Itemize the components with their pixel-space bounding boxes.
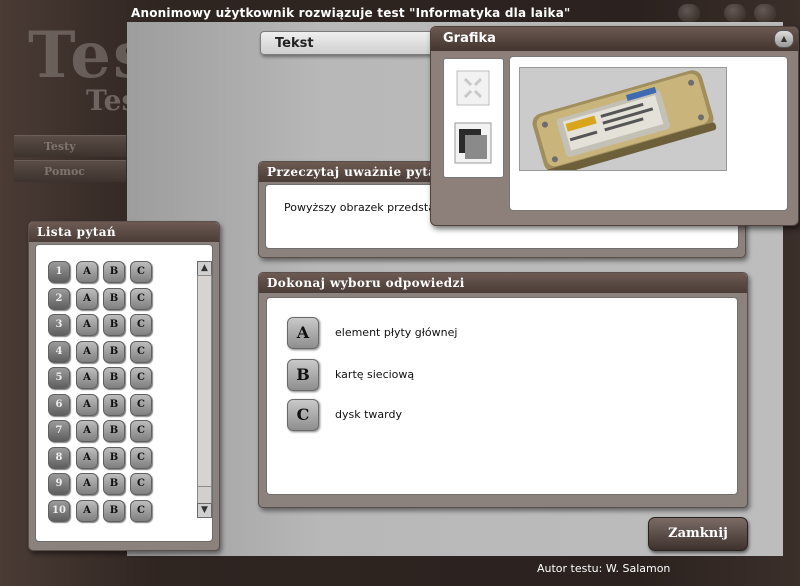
question-number-button[interactable]: 3 — [48, 314, 70, 336]
question-answer-c-button[interactable]: C — [130, 287, 152, 310]
question-answer-a-button[interactable]: A — [76, 287, 98, 310]
question-number-button[interactable]: 8 — [48, 446, 70, 469]
answer-c-button[interactable]: C — [287, 399, 319, 431]
question-list-title: Lista pytań — [29, 222, 219, 242]
question-number-button[interactable]: 4 — [48, 340, 70, 363]
question-answer-b-button[interactable]: B — [103, 261, 125, 283]
hard-disk-drive-photo — [519, 67, 727, 178]
answer-a-button[interactable]: A — [287, 317, 319, 349]
question-list-body: 1 A B C 2 A B C 3 A B C 4 A B C 5 A B C 6 A B C 7 A B C 8 A B C 9 A B C 10 A B… — [35, 244, 213, 542]
window-title: Anonimowy użytkownik rozwiązuje test "In… — [131, 6, 571, 20]
question-answer-c-button[interactable]: C — [130, 473, 152, 495]
question-answer-a-button[interactable]: A — [76, 393, 98, 416]
question-number-button[interactable]: 6 — [48, 393, 70, 416]
tab-tekst[interactable]: Tekst — [260, 31, 440, 55]
question-answer-a-button[interactable]: A — [76, 499, 98, 522]
answers-panel-title: Dokonaj wyboru odpowiedzi — [259, 273, 747, 293]
question-answer-b-button[interactable]: B — [103, 393, 125, 416]
question-answer-b-button[interactable]: B — [103, 340, 125, 363]
question-answer-b-button[interactable]: B — [103, 473, 125, 495]
question-answer-b-button[interactable]: B — [103, 367, 125, 389]
collapse-icon[interactable]: ▲ — [774, 30, 794, 48]
graphics-window: Grafika ▲ — [430, 26, 799, 226]
answer-b-button[interactable]: B — [287, 359, 319, 391]
question-answer-b-button[interactable]: B — [103, 420, 125, 442]
question-answer-a-button[interactable]: A — [76, 340, 98, 363]
expand-icon[interactable] — [453, 67, 493, 109]
graphics-window-title: Grafika — [431, 27, 798, 51]
answers-panel: Dokonaj wyboru odpowiedzi A element płyt… — [258, 272, 748, 508]
maximize-button[interactable] — [724, 4, 746, 22]
question-number-button[interactable]: 5 — [48, 367, 70, 389]
close-button[interactable]: Zamknij — [648, 517, 748, 551]
author-footer: Autor testu: W. Salamon — [537, 562, 671, 575]
question-answer-c-button[interactable]: C — [130, 261, 152, 283]
answer-b-text: kartę sieciową — [335, 368, 415, 381]
question-answer-b-button[interactable]: B — [103, 499, 125, 522]
question-answer-a-button[interactable]: A — [76, 420, 98, 442]
image-viewer — [509, 56, 788, 211]
question-answer-b-button[interactable]: B — [103, 314, 125, 336]
minimize-button[interactable] — [678, 4, 700, 22]
question-answer-c-button[interactable]: C — [130, 499, 152, 522]
question-answer-a-button[interactable]: A — [76, 314, 98, 336]
scrollbar-thumb[interactable] — [197, 275, 212, 487]
left-nav-pomoc[interactable]: Pomoc — [14, 160, 126, 182]
question-number-button[interactable]: 1 — [48, 261, 70, 283]
question-answer-c-button[interactable]: C — [130, 420, 152, 442]
question-number-button[interactable]: 7 — [48, 420, 70, 442]
question-answer-b-button[interactable]: B — [103, 287, 125, 310]
question-answer-c-button[interactable]: C — [130, 446, 152, 469]
question-answer-a-button[interactable]: A — [76, 367, 98, 389]
question-answer-c-button[interactable]: C — [130, 367, 152, 389]
answers-body: A element płyty głównej B kartę sieciową… — [266, 297, 738, 495]
question-answer-b-button[interactable]: B — [103, 446, 125, 469]
question-answer-a-button[interactable]: A — [76, 446, 98, 469]
question-number-button[interactable]: 9 — [48, 473, 70, 495]
close-window-button[interactable] — [754, 4, 776, 22]
question-answer-a-button[interactable]: A — [76, 473, 98, 495]
answer-a-text: element płyty głównej — [335, 326, 458, 339]
question-answer-c-button[interactable]: C — [130, 393, 152, 416]
question-number-button[interactable]: 10 — [48, 499, 70, 522]
question-number-button[interactable]: 2 — [48, 287, 70, 310]
scroll-up-icon[interactable]: ▲ — [197, 261, 212, 276]
question-answer-a-button[interactable]: A — [76, 261, 98, 283]
left-nav-testy[interactable]: Testy — [14, 135, 126, 157]
question-list-panel: Lista pytań 1ABC2ABC3ABC4ABC5ABC6ABC7ABC… — [28, 221, 220, 551]
scroll-down-icon[interactable]: ▼ — [197, 503, 212, 518]
question-answer-c-button[interactable]: C — [130, 340, 152, 363]
graphics-toolbar — [443, 58, 504, 178]
question-answer-c-button[interactable]: C — [130, 314, 152, 336]
layers-icon[interactable] — [453, 121, 493, 165]
answer-c-text: dysk twardy — [335, 408, 402, 421]
